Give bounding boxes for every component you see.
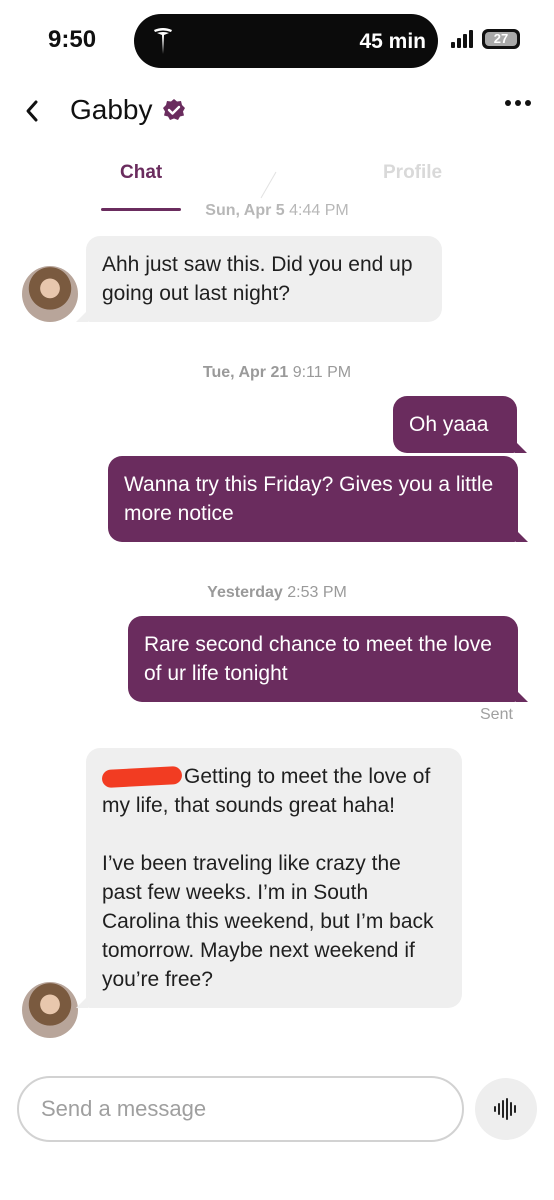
timestamp-day: Sun, Apr 5 bbox=[205, 202, 285, 219]
timestamp-time: 4:44 PM bbox=[289, 202, 349, 219]
more-options-icon[interactable] bbox=[505, 100, 531, 110]
back-chevron-icon[interactable] bbox=[22, 96, 42, 126]
status-bar: 9:50 45 min 27 bbox=[0, 0, 554, 82]
outgoing-message: Oh yaaa bbox=[393, 396, 527, 453]
avatar[interactable] bbox=[22, 266, 78, 322]
status-time: 9:50 bbox=[48, 26, 97, 53]
composer-bar: Send a message bbox=[0, 1060, 554, 1200]
redaction-mark bbox=[101, 766, 183, 789]
battery-level: 27 bbox=[485, 32, 517, 46]
battery-icon: 27 bbox=[482, 29, 520, 49]
timestamp-3: Yesterday 2:53 PM bbox=[0, 584, 554, 602]
timestamp-day: Tue, Apr 21 bbox=[202, 364, 289, 381]
incoming-message: Getting to meet the love of my life, tha… bbox=[76, 748, 462, 1008]
trip-eta: 45 min bbox=[359, 30, 426, 53]
timestamp-time: 2:53 PM bbox=[287, 584, 347, 601]
incoming-message: Ahh just saw this. Did you end up going … bbox=[76, 236, 442, 322]
outgoing-message: Wanna try this Friday? Gives you a littl… bbox=[108, 456, 528, 542]
dynamic-island[interactable]: 45 min bbox=[134, 14, 438, 68]
voice-message-button[interactable] bbox=[475, 1078, 537, 1140]
tab-profile[interactable]: Profile bbox=[383, 162, 442, 184]
timestamp-time: 9:11 PM bbox=[292, 364, 352, 381]
contact-name[interactable]: Gabby bbox=[70, 94, 153, 126]
avatar[interactable] bbox=[22, 982, 78, 1038]
timestamp-day: Yesterday bbox=[207, 584, 283, 601]
voice-waveform-icon bbox=[494, 1098, 516, 1120]
tesla-icon bbox=[154, 28, 172, 54]
verified-badge-icon bbox=[163, 99, 185, 120]
message-list[interactable]: Sun, Apr 5 4:44 PM Ahh just saw this. Di… bbox=[0, 200, 554, 1050]
timestamp-1: Sun, Apr 5 4:44 PM bbox=[0, 202, 554, 220]
tab-divider bbox=[260, 171, 277, 199]
message-input[interactable]: Send a message bbox=[17, 1076, 464, 1142]
message-status: Sent bbox=[480, 706, 513, 723]
chat-header: Gabby bbox=[0, 82, 554, 142]
tab-chat[interactable]: Chat bbox=[120, 162, 162, 184]
message-paragraph: Getting to meet the love of my life, tha… bbox=[101, 762, 446, 820]
outgoing-message: Rare second chance to meet the love of u… bbox=[128, 616, 528, 702]
signal-icon bbox=[451, 30, 473, 48]
message-paragraph: I’ve been traveling like crazy the past … bbox=[102, 852, 434, 991]
timestamp-2: Tue, Apr 21 9:11 PM bbox=[0, 364, 554, 382]
